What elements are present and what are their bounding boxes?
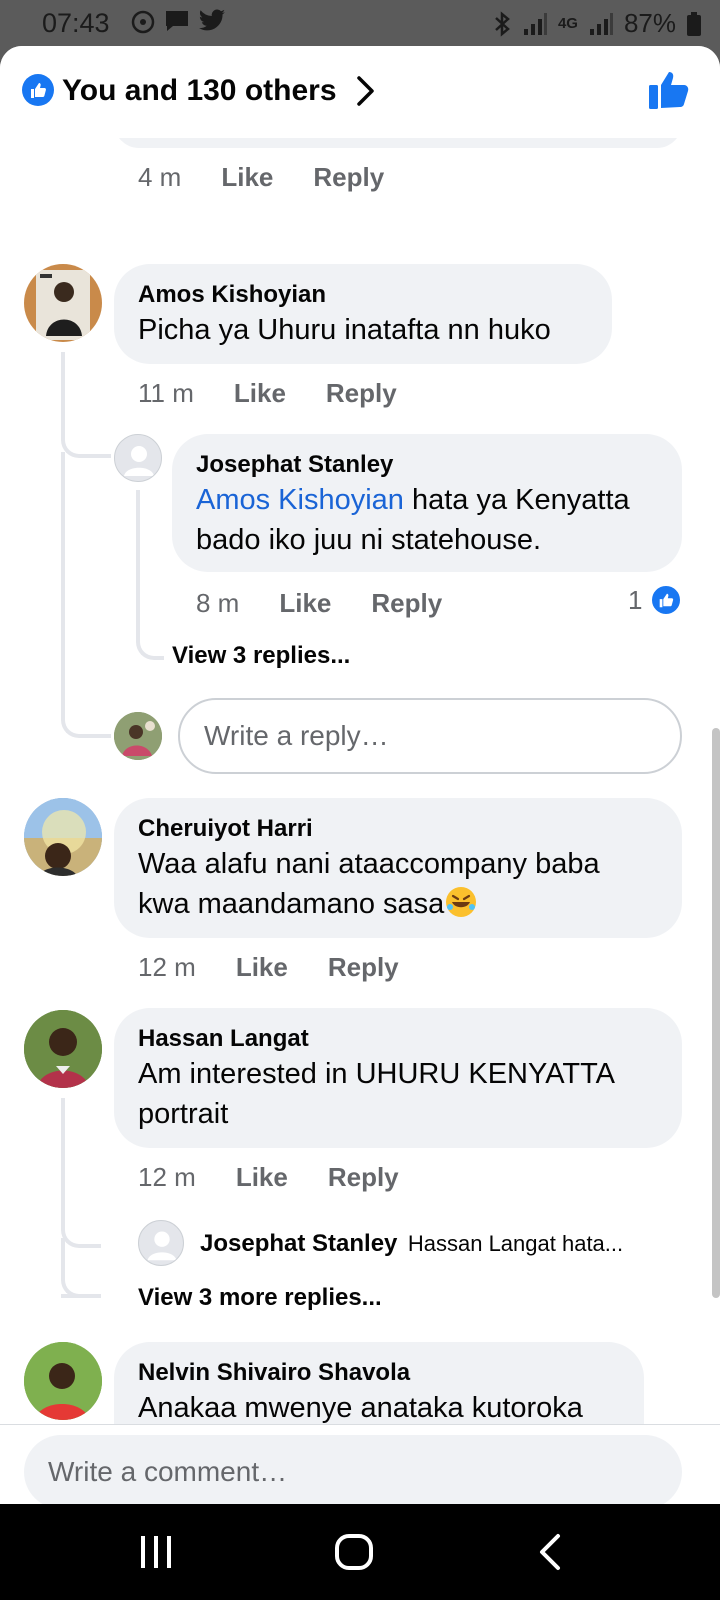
- comment-bubble[interactable]: Nelvin Shivairo Shavola Anakaa mwenye an…: [114, 1342, 644, 1428]
- comment-input[interactable]: Write a comment…: [24, 1435, 682, 1504]
- avatar-nelvin[interactable]: [24, 1342, 102, 1420]
- reply-actions: 8 m Like Reply: [196, 588, 482, 619]
- comment-text: Am interested in UHURU KENYATTA: [138, 1058, 615, 1090]
- comment-text: Picha ya Uhuru inatafta nn huko: [138, 314, 551, 346]
- like-link[interactable]: Like: [279, 588, 331, 619]
- previous-comment-bubble-edge: [114, 138, 682, 148]
- reply-preview-author: Josephat Stanley: [200, 1230, 398, 1257]
- reply-link[interactable]: Reply: [328, 1162, 399, 1193]
- reaction-summary[interactable]: 1: [628, 584, 683, 616]
- thread-connector: [61, 452, 111, 738]
- reply-text-part: hata ya Kenyatta: [403, 484, 630, 516]
- comment-time: 11 m: [138, 378, 194, 408]
- reply-link[interactable]: Reply: [371, 588, 442, 619]
- reply-text-line2: bado iko juu ni statehouse.: [196, 524, 542, 556]
- bluetooth-icon: [495, 10, 510, 37]
- scrollbar[interactable]: [712, 728, 720, 1298]
- reply-author[interactable]: Josephat Stanley: [196, 450, 660, 480]
- like-link[interactable]: Like: [236, 1162, 288, 1193]
- comments-sheet: You and 130 others 4 m Like Reply Amos K…: [0, 46, 720, 1504]
- reply-bubble[interactable]: Josephat Stanley Amos Kishoyian hata ya …: [172, 434, 682, 572]
- thumbs-up-icon[interactable]: [648, 70, 690, 110]
- avatar-amos[interactable]: [24, 264, 102, 342]
- reply-input[interactable]: Write a reply…: [178, 698, 682, 774]
- comment-text: Waa alafu nani ataaccompany baba: [138, 848, 600, 880]
- like-link[interactable]: Like: [221, 162, 273, 193]
- mention-link[interactable]: Amos Kishoyian: [196, 484, 404, 516]
- comment-author[interactable]: Amos Kishoyian: [138, 280, 590, 310]
- system-nav-bar: [0, 1504, 720, 1600]
- battery-icon: [687, 11, 701, 36]
- like-badge-icon: [22, 74, 54, 106]
- status-time: 07:43: [42, 8, 110, 38]
- reply-link[interactable]: Reply: [313, 162, 384, 193]
- back-icon[interactable]: [536, 1532, 564, 1572]
- comment-bubble[interactable]: Amos Kishoyian Picha ya Uhuru inatafta n…: [114, 264, 612, 364]
- comment-feed[interactable]: 4 m Like Reply Amos Kishoyian Picha ya U…: [0, 138, 720, 1428]
- thread-connector: [61, 1238, 101, 1298]
- prev-comment-actions: 4 m Like Reply: [138, 162, 424, 193]
- like-link[interactable]: Like: [234, 378, 286, 409]
- chevron-right-icon[interactable]: [355, 74, 377, 108]
- current-user-avatar: [114, 712, 162, 760]
- recents-icon[interactable]: [138, 1532, 174, 1572]
- reply-link[interactable]: Reply: [328, 952, 399, 983]
- comment-text: Anakaa mwenye anataka kutoroka: [138, 1392, 583, 1424]
- status-bar: 07:43 4G 87%: [0, 0, 720, 46]
- comment-time: 12 m: [138, 952, 196, 982]
- thread-connector: [61, 1098, 101, 1248]
- comment-bubble[interactable]: Cheruiyot Harri Waa alafu nani ataaccomp…: [114, 798, 682, 938]
- reply-link[interactable]: Reply: [326, 378, 397, 409]
- reply-time: 8 m: [196, 588, 240, 618]
- thread-connector: [136, 490, 164, 660]
- like-reaction-icon: [650, 584, 683, 616]
- avatar-hassan[interactable]: [24, 1010, 102, 1088]
- comment-composer: Write a comment…: [0, 1424, 720, 1504]
- notification-icons: [130, 8, 226, 34]
- rofl-emoji-icon: [446, 887, 477, 917]
- reactions-count-label[interactable]: You and 130 others: [62, 74, 337, 108]
- like-link[interactable]: Like: [236, 952, 288, 983]
- comment-time: 12 m: [138, 1162, 196, 1192]
- avatar-josephat[interactable]: [114, 434, 162, 482]
- avatar-cheruiyot[interactable]: [24, 798, 102, 876]
- thread-connector: [61, 352, 111, 458]
- reply-preview-snippet: Hassan Langat hata...: [407, 1231, 624, 1256]
- comment-author[interactable]: Hassan Langat: [138, 1024, 660, 1054]
- avatar-josephat-preview[interactable]: [138, 1220, 184, 1266]
- home-icon[interactable]: [334, 1532, 374, 1572]
- comment-bubble[interactable]: Hassan Langat Am interested in UHURU KEN…: [114, 1008, 682, 1148]
- comment-actions: 11 m Like Reply: [138, 378, 437, 409]
- signal-icon: [523, 12, 547, 35]
- view-replies-link[interactable]: View 3 replies...: [172, 642, 350, 670]
- network-type: 4G: [557, 15, 578, 32]
- comment-actions: 12 m Like Reply: [138, 1162, 439, 1193]
- comment-text-line2: portrait: [138, 1098, 229, 1130]
- reply-preview[interactable]: Josephat Stanley Hassan Langat hata...: [200, 1230, 680, 1258]
- comment-time: 4 m: [138, 162, 182, 192]
- comment-actions: 12 m Like Reply: [138, 952, 439, 983]
- system-icons: 4G 87%: [492, 8, 702, 39]
- comment-text-line2-wrap: kwa maandamano sasa: [138, 884, 660, 924]
- reply-text: Amos Kishoyian hata ya Kenyatta: [196, 480, 660, 520]
- message-icon: [166, 11, 188, 31]
- comment-author[interactable]: Nelvin Shivairo Shavola: [138, 1358, 622, 1388]
- reaction-count: 1: [628, 584, 643, 615]
- twitter-icon: [199, 9, 225, 31]
- signal-icon-2: [589, 12, 613, 35]
- reactions-header[interactable]: You and 130 others: [0, 46, 720, 138]
- view-more-replies-link[interactable]: View 3 more replies...: [138, 1284, 382, 1312]
- comment-text-line2: kwa maandamano sasa: [138, 888, 445, 920]
- timer-icon: [131, 10, 155, 34]
- comment-author[interactable]: Cheruiyot Harri: [138, 814, 660, 844]
- battery-percent: 87%: [623, 8, 676, 38]
